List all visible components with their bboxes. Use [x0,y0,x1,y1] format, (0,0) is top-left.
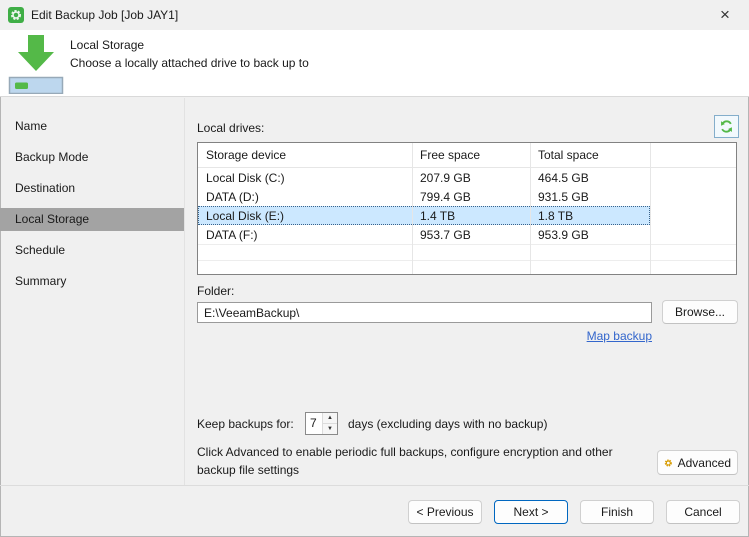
cell-device: DATA (F:) [206,227,258,242]
cell-total: 953.9 GB [538,227,589,242]
cell-total: 931.5 GB [538,189,589,204]
column-separator [650,143,651,274]
spinner-down-icon[interactable]: ▼ [323,424,337,434]
cancel-button[interactable]: Cancel [666,500,740,524]
days-value: 7 [310,416,317,430]
table-row[interactable]: DATA (F:) 953.7 GB 953.9 GB [198,225,736,244]
sidebar-item-summary[interactable]: Summary [0,270,184,293]
close-icon[interactable]: × [709,3,741,27]
column-separator [412,143,413,274]
folder-input[interactable] [197,302,652,323]
refresh-icon [721,120,732,133]
col-total-space[interactable]: Total space [530,148,650,162]
local-drives-table: Storage device Free space Total space Lo… [197,142,737,275]
advanced-note-line2: backup file settings [197,463,300,477]
table-row-selected[interactable]: Local Disk (E:) 1.4 TB 1.8 TB [198,206,736,225]
cell-device: DATA (D:) [206,189,259,204]
gear-icon [8,7,24,23]
map-backup-link[interactable]: Map backup [197,329,652,343]
col-storage-device[interactable]: Storage device [198,148,412,162]
sidebar-item-destination[interactable]: Destination [0,177,184,200]
page-subtitle: Choose a locally attached drive to back … [70,56,309,70]
next-button[interactable]: Next > [494,500,568,524]
keep-backups-label: Keep backups for: [197,417,294,431]
advanced-note-line1: Click Advanced to enable periodic full b… [197,445,613,459]
title-bar: Edit Backup Job [Job JAY1] × [0,0,749,30]
advanced-button[interactable]: Advanced [657,450,738,475]
previous-button[interactable]: < Previous [408,500,482,524]
cell-free: 1.4 TB [420,208,456,223]
cell-total: 464.5 GB [538,170,589,185]
footer-divider [0,485,749,486]
table-row[interactable]: DATA (D:) 799.4 GB 931.5 GB [198,187,736,206]
column-separator [530,143,531,274]
finish-button[interactable]: Finish [580,500,654,524]
empty-row [198,260,736,276]
local-drives-label: Local drives: [197,121,265,135]
days-suffix-label: days (excluding days with no backup) [348,417,548,431]
table-row[interactable]: Local Disk (C:) 207.9 GB 464.5 GB [198,168,736,187]
browse-button[interactable]: Browse... [662,300,738,324]
edit-backup-job-dialog: Edit Backup Job [Job JAY1] × Local Stora… [0,0,749,537]
cell-device: Local Disk (C:) [206,170,285,185]
window-title: Edit Backup Job [Job JAY1] [31,8,179,22]
sidebar-item-local-storage[interactable]: Local Storage [0,208,184,231]
refresh-button[interactable] [714,115,739,138]
spinner-up-icon[interactable]: ▲ [323,413,337,424]
cell-free: 207.9 GB [420,170,471,185]
page-title: Local Storage [70,38,145,52]
folder-label: Folder: [197,284,235,298]
days-spinner[interactable]: 7 ▲ ▼ [305,412,338,435]
local-storage-download-icon [8,34,64,97]
gear-icon [664,458,672,467]
cell-device: Local Disk (E:) [206,208,285,223]
cell-free: 799.4 GB [420,189,471,204]
wizard-header: Local Storage Choose a locally attached … [0,30,749,97]
cell-total: 1.8 TB [538,208,574,223]
col-free-space[interactable]: Free space [412,148,530,162]
sidebar-item-backup-mode[interactable]: Backup Mode [0,146,184,169]
sidebar-item-schedule[interactable]: Schedule [0,239,184,262]
empty-row [198,244,736,260]
cell-free: 953.7 GB [420,227,471,242]
table-header-row: Storage device Free space Total space [198,143,736,168]
sidebar-item-name[interactable]: Name [0,115,184,138]
wizard-steps-sidebar: Name Backup Mode Destination Local Stora… [0,98,185,485]
advanced-button-label: Advanced [677,455,731,470]
